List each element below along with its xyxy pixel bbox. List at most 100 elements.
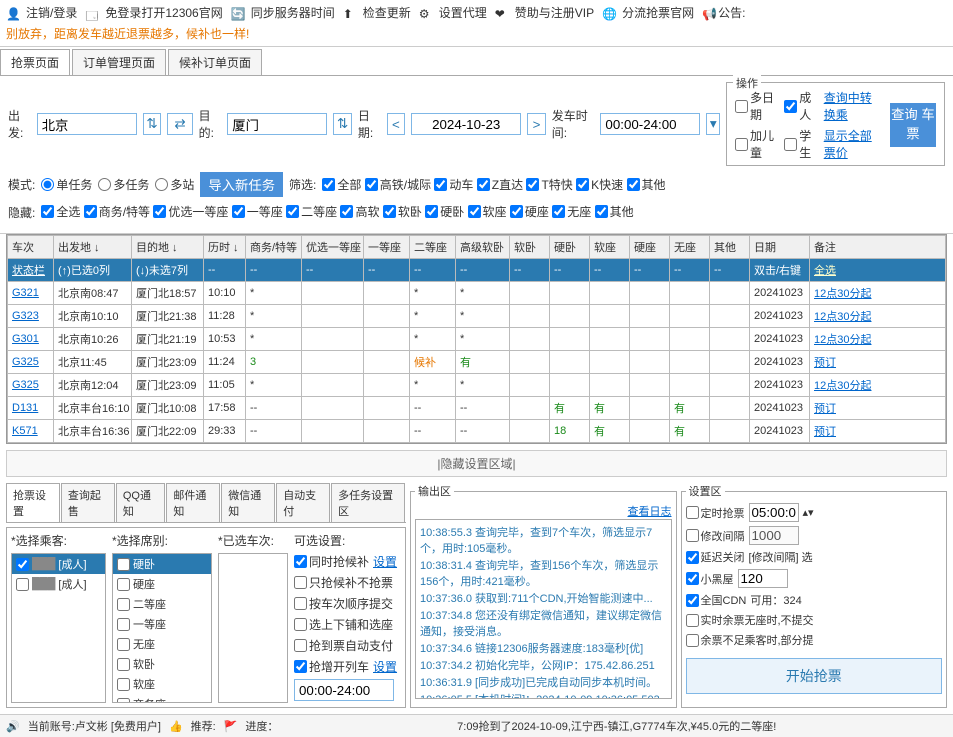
chk-delay[interactable]: 延迟关闭 (686, 549, 745, 565)
sponsor-link[interactable]: 赞助与注册VIP (511, 4, 598, 21)
timed-input[interactable] (749, 503, 799, 522)
filter-6[interactable]: 其他 (627, 176, 666, 193)
opt-extra-train[interactable]: 抢增开列车 (294, 658, 369, 675)
col-header[interactable]: 车次 (8, 236, 54, 259)
mode-multistation[interactable]: 多站 (155, 176, 194, 193)
col-header[interactable]: 优选一等座 (302, 236, 364, 259)
seat-item[interactable]: 硬座 (113, 574, 211, 594)
hide-7[interactable]: 硬卧 (425, 203, 464, 220)
check-update-link[interactable]: 检查更新 (359, 4, 415, 21)
import-task-button[interactable]: 导入新任务 (200, 172, 283, 197)
btab-1[interactable]: 查询起售 (61, 483, 115, 522)
train-row[interactable]: G325北京11:45厦门北23:0911:243候补有20241023预订 (8, 351, 946, 374)
passenger-list[interactable]: ███[成人]███[成人] (11, 553, 106, 703)
time-input[interactable] (600, 113, 700, 135)
depart-input[interactable] (37, 113, 137, 135)
date-prev[interactable]: < (387, 113, 406, 135)
btab-3[interactable]: 邮件通知 (166, 483, 220, 522)
col-header[interactable]: 出发地 ↓ (54, 236, 132, 259)
train-row[interactable]: D131北京丰台16:10厦门北10:0817:58------有有有20241… (8, 397, 946, 420)
hide-5[interactable]: 高软 (340, 203, 379, 220)
col-header[interactable]: 二等座 (410, 236, 456, 259)
seat-item[interactable]: 硬卧 (113, 554, 211, 574)
seat-item[interactable]: 软座 (113, 674, 211, 694)
train-row[interactable]: G301北京南10:26厦门北21:1910:53***2024102312点3… (8, 328, 946, 351)
opt-autopay[interactable]: 抢到票自动支付 (294, 637, 401, 654)
tab-order[interactable]: 订单管理页面 (72, 49, 166, 75)
btab-2[interactable]: QQ通知 (116, 483, 166, 522)
col-header[interactable]: 其他 (710, 236, 750, 259)
hide-3[interactable]: 一等座 (232, 203, 283, 220)
btab-0[interactable]: 抢票设置 (6, 483, 60, 522)
dest-dropdown[interactable]: ⇅ (333, 113, 352, 135)
seat-item[interactable]: 商务座 (113, 694, 211, 703)
seat-item[interactable]: 二等座 (113, 594, 211, 614)
filter-2[interactable]: 动车 (434, 176, 473, 193)
open-12306-link[interactable]: 免登录打开12306官网 (101, 4, 226, 21)
opt-order[interactable]: 按车次顺序提交 (294, 595, 401, 612)
blackroom-input[interactable] (738, 569, 788, 588)
hide-6[interactable]: 软卧 (383, 203, 422, 220)
seat-item[interactable]: 软卧 (113, 654, 211, 674)
chk-blackroom[interactable]: 小黑屋 (686, 571, 734, 587)
col-header[interactable]: 备注 (810, 236, 946, 259)
time-dropdown[interactable]: ▾ (706, 113, 720, 135)
col-header[interactable]: 商务/特等 (246, 236, 302, 259)
show-all-price-link[interactable]: 显示全部票价 (824, 127, 882, 161)
shunt-link[interactable]: 分流抢票官网 (618, 4, 698, 21)
hide-2[interactable]: 优选一等座 (153, 203, 228, 220)
btab-4[interactable]: 微信通知 (221, 483, 275, 522)
chk-timed[interactable]: 定时抢票 (686, 505, 745, 521)
dest-input[interactable] (227, 113, 327, 135)
opt-berth[interactable]: 选上下铺和选座 (294, 616, 401, 633)
hide-8[interactable]: 软座 (468, 203, 507, 220)
hidden-settings-toggle[interactable]: |隐藏设置区域| (6, 450, 947, 477)
hide-9[interactable]: 硬座 (510, 203, 549, 220)
opt-timerange-input[interactable] (294, 679, 394, 701)
col-header[interactable]: 软卧 (510, 236, 550, 259)
chk-multidate[interactable]: 多日期 (735, 89, 776, 123)
col-header[interactable]: 硬座 (630, 236, 670, 259)
opt-houbu[interactable]: 同时抢候补 (294, 553, 369, 570)
selected-trains-list[interactable] (218, 553, 288, 703)
passenger-item[interactable]: ███[成人] (12, 574, 105, 594)
date-next[interactable]: > (527, 113, 546, 135)
col-header[interactable]: 日期 (750, 236, 810, 259)
col-header[interactable]: 软座 (590, 236, 630, 259)
btab-5[interactable]: 自动支付 (276, 483, 330, 522)
filter-1[interactable]: 高铁/城际 (365, 176, 431, 193)
col-header[interactable]: 历时 ↓ (204, 236, 246, 259)
swap-button[interactable]: ⇄ (167, 113, 192, 135)
hide-4[interactable]: 二等座 (286, 203, 337, 220)
chk-adult[interactable]: 成人 (784, 89, 815, 123)
train-row[interactable]: K571北京丰台16:36厦门北22:0929:33------18有有2024… (8, 420, 946, 443)
col-header[interactable]: 硬卧 (550, 236, 590, 259)
sync-time-link[interactable]: 同步服务器时间 (247, 4, 339, 21)
train-row[interactable]: G325北京南12:04厦门北23:0911:05***2024102312点3… (8, 374, 946, 397)
view-log-link[interactable]: 查看日志 (628, 503, 672, 519)
tab-waitlist[interactable]: 候补订单页面 (168, 49, 262, 75)
btab-6[interactable]: 多任务设置区 (331, 483, 405, 522)
hide-10[interactable]: 无座 (552, 203, 591, 220)
login-link[interactable]: 注销/登录 (22, 4, 81, 21)
mode-multi[interactable]: 多任务 (98, 176, 149, 193)
seat-item[interactable]: 一等座 (113, 614, 211, 634)
hide-0[interactable]: 全选 (41, 203, 80, 220)
interval-input[interactable] (749, 526, 799, 545)
opt-only-houbu[interactable]: 只抢候补不抢票 (294, 574, 401, 591)
train-row[interactable]: G321北京南08:47厦门北18:5710:10***2024102312点3… (8, 282, 946, 305)
filter-5[interactable]: K快速 (576, 176, 623, 193)
filter-3[interactable]: Z直达 (477, 176, 523, 193)
hide-1[interactable]: 商务/特等 (84, 203, 150, 220)
tab-grab[interactable]: 抢票页面 (0, 49, 70, 75)
depart-dropdown[interactable]: ⇅ (143, 113, 162, 135)
seat-list[interactable]: 硬卧硬座二等座一等座无座软卧软座商务座高级软卧优选一等座 (112, 553, 212, 703)
log-area[interactable]: 10:38:55.3 查询完毕，查到7个车次，筛选显示7个，用时:105毫秒。1… (415, 519, 672, 699)
chk-interval[interactable]: 修改间隔 (686, 528, 745, 544)
date-input[interactable] (411, 113, 521, 135)
train-row[interactable]: G323北京南10:10厦门北21:3811:28***2024102312点3… (8, 305, 946, 328)
col-header[interactable]: 一等座 (364, 236, 410, 259)
hide-11[interactable]: 其他 (595, 203, 634, 220)
chk-student[interactable]: 学生 (784, 127, 815, 161)
passenger-item[interactable]: ███[成人] (12, 554, 105, 574)
